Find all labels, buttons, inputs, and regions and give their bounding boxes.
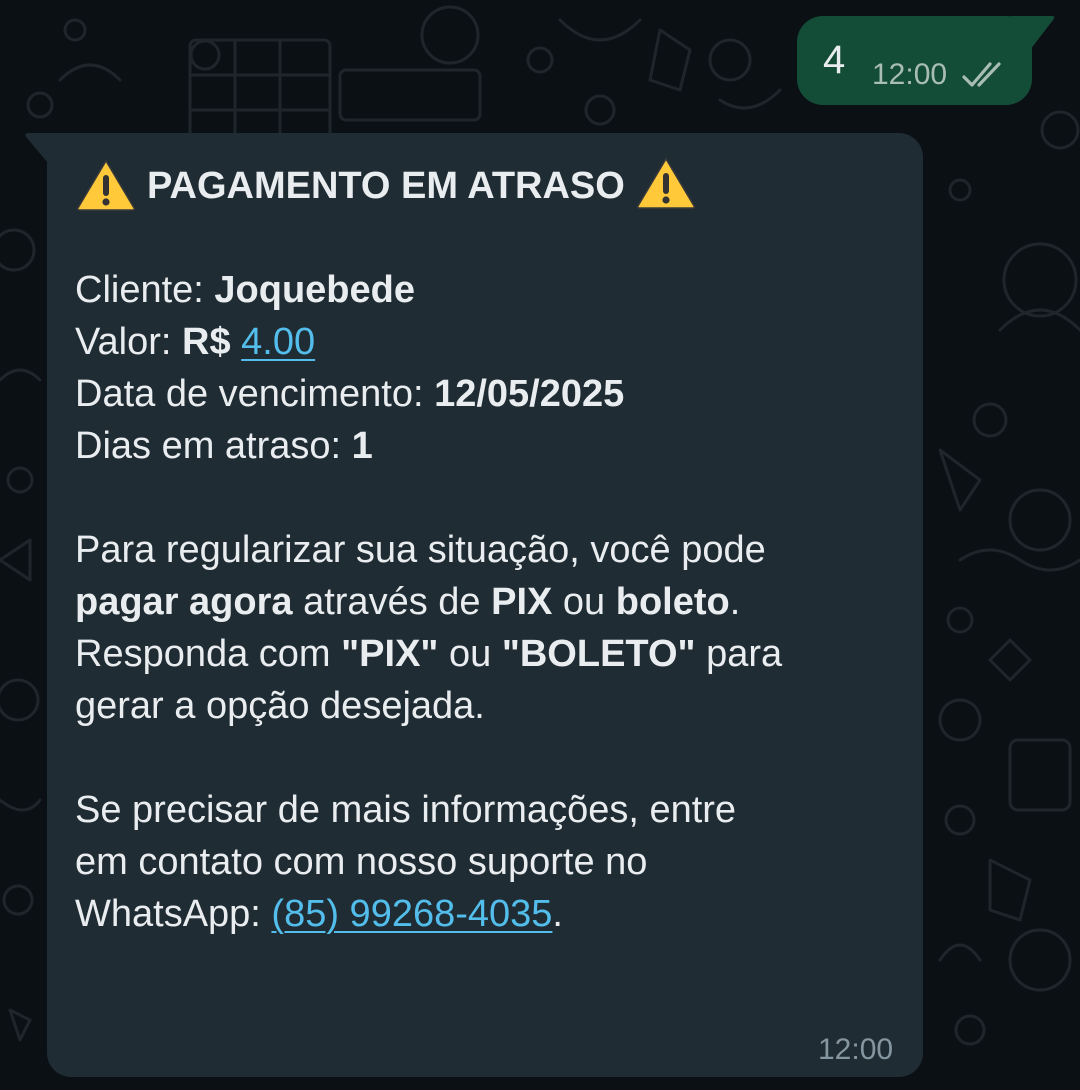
- phone-number-link[interactable]: (85) 99268-4035: [271, 893, 552, 935]
- warning-icon: [636, 157, 695, 209]
- atraves-de-text: através de: [292, 581, 492, 623]
- pix-quoted-text: "PIX": [341, 633, 439, 675]
- double-check-icon: [962, 62, 1001, 87]
- client-name: Joquebede: [214, 269, 416, 311]
- outgoing-message-time: 12:00: [872, 58, 948, 91]
- incoming-message-time: 12:00: [818, 1033, 894, 1066]
- instruction-line-1: Para regularizar sua situação, você pode: [75, 529, 766, 571]
- valor-line: Valor: R$ 4.00: [75, 316, 905, 368]
- pagar-agora-text: pagar agora: [75, 581, 293, 623]
- message-title-text: PAGAMENTO EM ATRASO: [147, 165, 625, 207]
- support-line-2: em contato com nosso suporte no: [75, 841, 648, 883]
- boleto-text: boleto: [615, 581, 730, 623]
- valor-label: Valor:: [75, 321, 183, 363]
- support-line-1: Se precisar de mais informações, entre: [75, 789, 737, 831]
- instruction-line-4: gerar a opção desejada.: [75, 685, 485, 727]
- days-overdue-line: Dias em atraso: 1: [75, 420, 905, 472]
- instruction-line-3: Responda com "PIX" ou "BOLETO" para: [75, 628, 905, 680]
- whatsapp-label: WhatsApp:: [75, 893, 272, 935]
- message-title: PAGAMENTO EM ATRASO: [75, 157, 905, 212]
- instruction-line-2: pagar agora através de PIX ou boleto.: [75, 576, 905, 628]
- para-text: para: [695, 633, 783, 675]
- phone-period: .: [552, 893, 563, 935]
- responda-text: Responda com: [75, 633, 342, 675]
- period-text: .: [729, 581, 741, 623]
- due-date-value: 12/05/2025: [434, 373, 625, 415]
- days-overdue-value: 1: [351, 425, 373, 467]
- due-date-label: Data de vencimento:: [75, 373, 435, 415]
- support-line-3: WhatsApp: (85) 99268-4035.: [75, 888, 905, 940]
- client-line: Cliente: Joquebede: [75, 264, 905, 316]
- boleto-quoted-text: "BOLETO": [501, 633, 696, 675]
- warning-icon: [77, 159, 135, 211]
- client-label: Cliente:: [75, 269, 215, 311]
- ou2-text: ou: [438, 633, 502, 675]
- valor-amount-link[interactable]: 4.00: [241, 321, 315, 363]
- pix-text: PIX: [491, 581, 553, 623]
- valor-currency: R$: [182, 321, 242, 363]
- due-date-line: Data de vencimento: 12/05/2025: [75, 368, 905, 420]
- incoming-message-text: PAGAMENTO EM ATRASO Cliente: Joquebede V…: [75, 157, 905, 940]
- days-overdue-label: Dias em atraso:: [75, 425, 352, 467]
- outgoing-message-text: 4: [823, 38, 846, 82]
- ou-text: ou: [552, 581, 616, 623]
